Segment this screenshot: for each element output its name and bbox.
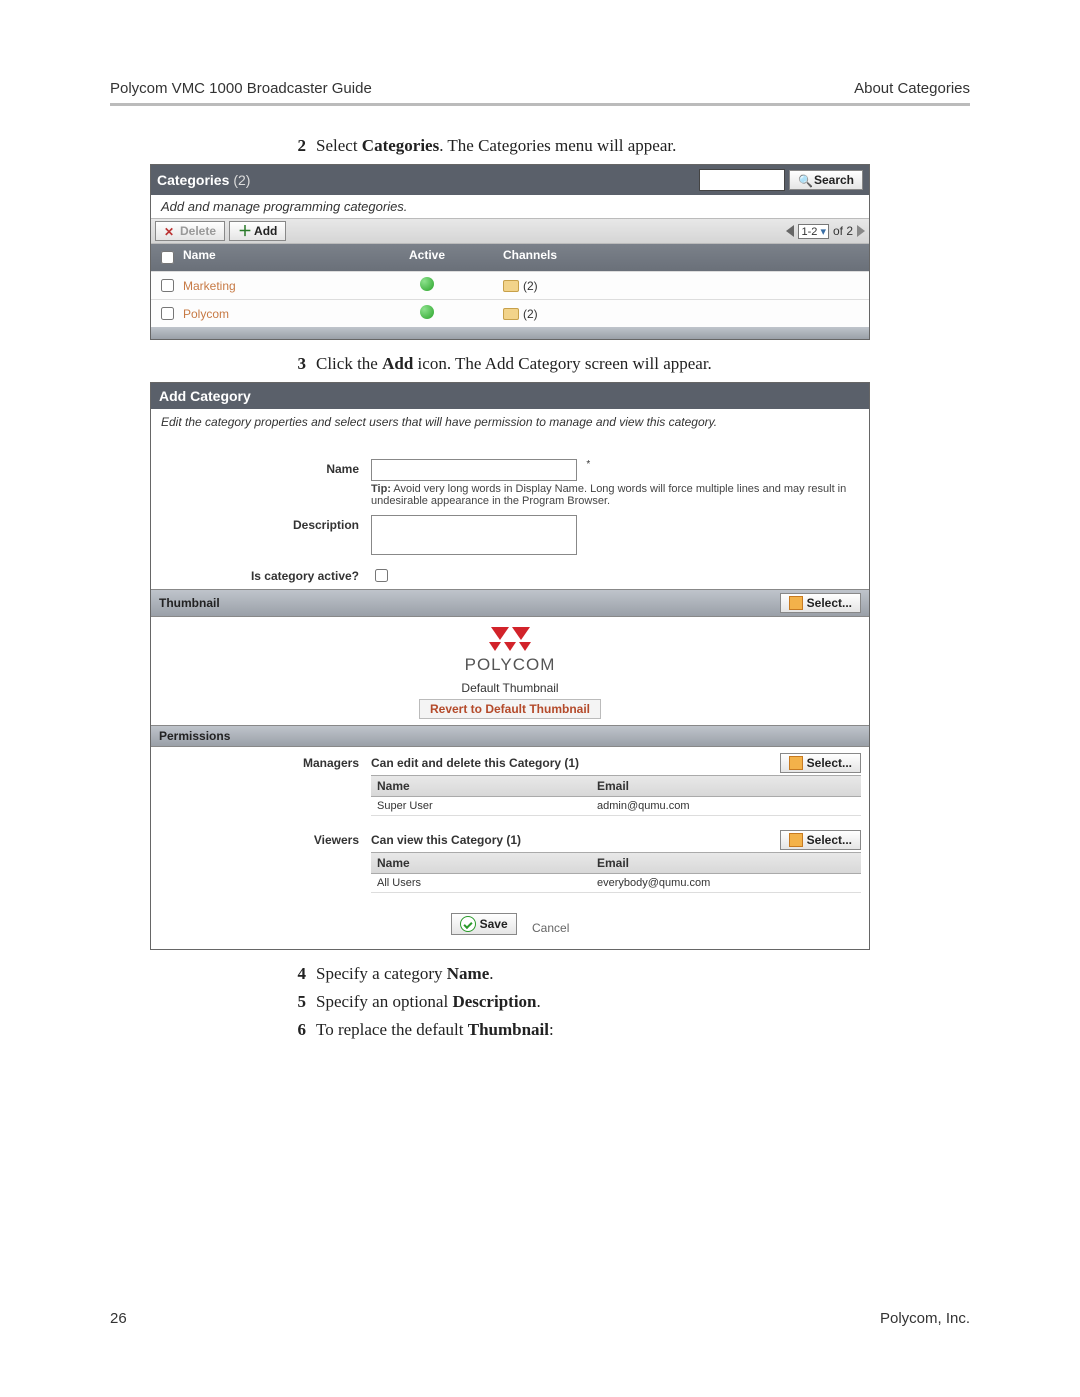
description-input[interactable] [371, 515, 577, 555]
next-page-icon[interactable] [857, 225, 865, 237]
thumbnail-bar: Thumbnail Select... [151, 589, 869, 617]
viewers-section: Viewers Can view this Category (1) Selec… [151, 828, 869, 895]
table-row: Super User admin@qumu.com [371, 797, 861, 816]
footer-company: Polycom, Inc. [880, 1310, 970, 1327]
managers-section: Managers Can edit and delete this Catego… [151, 751, 869, 818]
active-checkbox[interactable] [375, 569, 388, 582]
page-number: 26 [110, 1310, 127, 1327]
page-header: Polycom VMC 1000 Broadcaster Guide About… [110, 80, 970, 106]
col-name[interactable]: Name [177, 244, 357, 271]
header-left: Polycom VMC 1000 Broadcaster Guide [110, 80, 372, 97]
step-4: 4 Specify a category Name. [280, 964, 970, 984]
search-input[interactable] [699, 169, 785, 191]
polycom-logo [475, 627, 545, 651]
thumbnail-preview: POLYCOM Default Thumbnail Revert to Defa… [151, 617, 869, 725]
categories-titlebar: Categories (2) 🔍 Search [151, 165, 869, 195]
edit-icon [789, 596, 803, 610]
table-row: Marketing (2) [151, 271, 869, 299]
form-row-active: Is category active? [151, 562, 869, 589]
check-icon [460, 916, 476, 932]
search-button[interactable]: 🔍 Search [789, 170, 863, 190]
x-icon: ✕ [164, 225, 176, 237]
select-all-checkbox[interactable] [161, 251, 174, 264]
thumbnail-select-button[interactable]: Select... [780, 593, 861, 613]
plus-icon: ＋ [238, 225, 250, 237]
revert-thumbnail-button[interactable]: Revert to Default Thumbnail [419, 699, 601, 719]
page-footer: 26 Polycom, Inc. [110, 1310, 970, 1327]
edit-icon [789, 833, 803, 847]
viewers-table-header: Name Email [371, 853, 861, 874]
categories-subtitle: Add and manage programming categories. [151, 195, 869, 218]
folder-icon [503, 280, 519, 292]
prev-page-icon[interactable] [786, 225, 794, 237]
active-icon [420, 305, 434, 319]
pager: 1-2 ▾ of 2 [786, 224, 865, 239]
managers-table-header: Name Email [371, 776, 861, 797]
step-2: 2 Select Categories. The Categories menu… [280, 136, 970, 156]
step-6: 6 To replace the default Thumbnail: [280, 1020, 970, 1040]
edit-icon [789, 756, 803, 770]
search-icon: 🔍 [798, 174, 810, 186]
permissions-bar: Permissions [151, 725, 869, 747]
header-right: About Categories [854, 80, 970, 97]
table-row: Polycom (2) [151, 299, 869, 327]
cancel-link[interactable]: Cancel [532, 921, 569, 935]
row-name[interactable]: Marketing [177, 275, 357, 297]
save-row: Save Cancel [151, 899, 869, 949]
categories-toolbar: ✕ Delete ＋ Add 1-2 ▾ of 2 [151, 218, 869, 244]
name-input[interactable] [371, 459, 577, 481]
save-button[interactable]: Save [451, 913, 517, 935]
add-button[interactable]: ＋ Add [229, 221, 286, 241]
categories-panel: Categories (2) 🔍 Search Add and manage p… [150, 164, 870, 340]
add-category-subtitle: Edit the category properties and select … [151, 409, 869, 435]
row-name[interactable]: Polycom [177, 303, 357, 325]
table-row: All Users everybody@qumu.com [371, 874, 861, 893]
required-marker: * [586, 459, 590, 470]
row-checkbox[interactable] [161, 307, 174, 320]
page-range[interactable]: 1-2 ▾ [798, 224, 829, 239]
viewers-select-button[interactable]: Select... [780, 830, 861, 850]
page-of-label: of 2 [833, 224, 853, 238]
name-tip: Tip: Avoid very long words in Display Na… [371, 483, 851, 507]
viewers-caption: Can view this Category (1) [371, 833, 521, 847]
step-5: 5 Specify an optional Description. [280, 992, 970, 1012]
managers-caption: Can edit and delete this Category (1) [371, 756, 579, 770]
row-checkbox[interactable] [161, 279, 174, 292]
categories-table-header: Name Active Channels [151, 244, 869, 271]
col-active[interactable]: Active [357, 244, 497, 271]
default-thumbnail-label: Default Thumbnail [151, 681, 869, 695]
managers-select-button[interactable]: Select... [780, 753, 861, 773]
folder-icon [503, 308, 519, 320]
delete-button[interactable]: ✕ Delete [155, 221, 225, 241]
form-row-description: Description [151, 511, 869, 562]
form-row-name: Name * Tip: Avoid very long words in Dis… [151, 455, 869, 511]
add-category-title: Add Category [151, 383, 869, 409]
active-icon [420, 277, 434, 291]
col-channels: Channels [497, 244, 869, 271]
add-category-panel: Add Category Edit the category propertie… [150, 382, 870, 950]
step-3: 3 Click the Add icon. The Add Category s… [280, 354, 970, 374]
